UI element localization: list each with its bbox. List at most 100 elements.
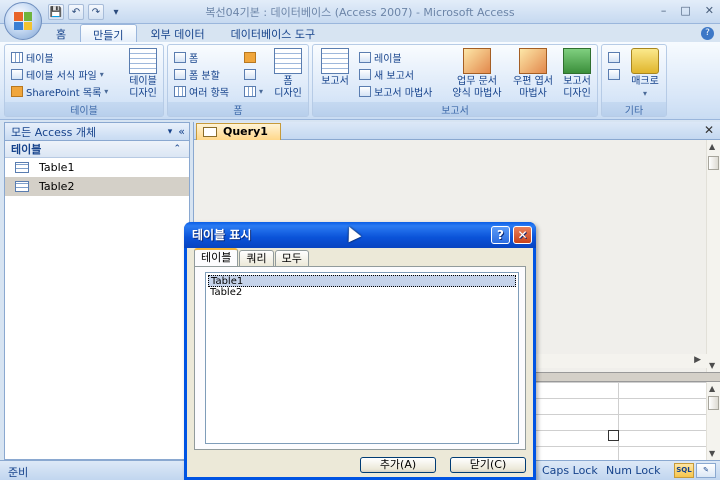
close-icon[interactable]: ✕	[704, 123, 714, 137]
list-item[interactable]: Table2	[208, 287, 516, 299]
scroll-down-icon[interactable]: ▼	[709, 449, 715, 458]
group-tables: 테이블 테이블 서식 파일 ▾ SharePoint 목록 ▾ 테이블 디자인 …	[4, 44, 164, 117]
chevron-up-icon[interactable]: ⌃	[173, 144, 181, 154]
group-other: 매크로 ▾ 기타	[601, 44, 667, 117]
labels-label: 레이블	[374, 53, 402, 65]
office-logo-icon	[14, 12, 32, 30]
group-label-tables: 테이블	[5, 102, 163, 117]
dialog-title: 테이블 표시	[192, 228, 252, 242]
form-button[interactable]: 폼	[174, 49, 198, 65]
grid-vertical-scrollbar[interactable]: ▲ ▼	[706, 382, 720, 460]
help-icon[interactable]: ?	[701, 27, 714, 40]
report-button[interactable]: 보고서	[317, 48, 353, 88]
form-design-icon	[274, 48, 302, 74]
office-button[interactable]	[4, 2, 42, 40]
maximize-button[interactable]: □	[680, 4, 690, 17]
tab-home[interactable]: 홈	[44, 24, 78, 42]
labels-icon	[359, 51, 371, 63]
status-ready: 준비	[8, 466, 29, 479]
sharepoint-list-label: SharePoint 목록	[26, 87, 102, 99]
nav-item-label: Table2	[39, 180, 75, 193]
close-icon[interactable]: ✕	[513, 226, 532, 244]
dialog-tab-panel: Table1 Table2	[194, 266, 526, 450]
add-button[interactable]: 추가(A)	[360, 457, 436, 473]
report-design-button[interactable]: 보고서 디자인	[559, 48, 595, 100]
table-design-button[interactable]: 테이블 디자인	[125, 48, 161, 100]
labels-button[interactable]: 레이블	[359, 49, 402, 65]
nav-item-table1[interactable]: Table1	[5, 158, 189, 177]
table-icon	[11, 51, 23, 63]
sql-view-button[interactable]: SQL	[674, 463, 694, 478]
grid-scroll-thumb[interactable]	[708, 396, 719, 410]
tab-tables[interactable]: 테이블	[194, 248, 239, 266]
table-button-label: 테이블	[26, 53, 54, 65]
chevron-down-icon[interactable]: ▾	[168, 127, 173, 137]
table-icon	[15, 181, 29, 192]
more-forms-button[interactable]: ▾	[244, 83, 263, 99]
document-tab-label: Query1	[223, 125, 268, 138]
report-wizard-icon	[359, 85, 371, 97]
business-form-wizard-label: 업무 문서 양식 마법사	[452, 76, 502, 99]
group-forms: 폼 폼 분할 여러 항목 ▾ 폼 디자인 폼	[167, 44, 309, 117]
nav-item-table2[interactable]: Table2	[5, 177, 189, 196]
tab-create[interactable]: 만들기	[80, 24, 137, 42]
query-design-icon	[608, 68, 620, 80]
dropdown-arrow-icon: ▾	[104, 86, 109, 96]
postcard-wizard-button[interactable]: 우편 엽서 마법사	[509, 48, 557, 100]
scroll-up-icon[interactable]: ▲	[709, 384, 715, 393]
show-table-dialog: 테이블 표시 ? ✕ 테이블 쿼리 모두 Table1 Table2 추가(A)…	[184, 222, 536, 480]
scroll-right-icon[interactable]: ▶	[694, 355, 701, 365]
window-title: 복선04기본 : 데이터베이스 (Access 2007) - Microsof…	[205, 6, 515, 19]
collapse-pane-icon[interactable]: «	[178, 125, 185, 138]
design-view-icon[interactable]: ✎	[696, 463, 716, 478]
form-design-button[interactable]: 폼 디자인	[270, 48, 306, 100]
tab-query1[interactable]: Query1	[196, 123, 281, 140]
table-design-label: 테이블 디자인	[129, 76, 157, 99]
scroll-down-icon[interactable]: ▼	[709, 361, 715, 370]
report-label: 보고서	[321, 76, 349, 87]
report-wizard-button[interactable]: 보고서 마법사	[359, 83, 432, 99]
multiple-items-button[interactable]: 여러 항목	[174, 83, 229, 99]
table-button[interactable]: 테이블	[11, 49, 54, 65]
list-item[interactable]: Table1	[208, 275, 516, 287]
more-forms-icon	[244, 85, 256, 97]
query-design-button[interactable]	[608, 66, 620, 82]
tab-both[interactable]: 모두	[274, 250, 309, 266]
show-checkbox[interactable]	[608, 430, 619, 441]
table-template-label: 테이블 서식 파일	[26, 70, 97, 82]
blank-report-button[interactable]: 새 보고서	[359, 66, 414, 82]
split-form-button[interactable]: 폼 분할	[174, 66, 220, 82]
sharepoint-list-button[interactable]: SharePoint 목록 ▾	[11, 83, 108, 99]
tab-database-tools[interactable]: 데이터베이스 도구	[219, 24, 327, 42]
help-icon[interactable]: ?	[491, 226, 510, 244]
window-controls: – □ ✕	[661, 4, 714, 17]
nav-header-label: 모든 Access 개체	[11, 125, 97, 139]
business-form-wizard-button[interactable]: 업무 문서 양식 마법사	[447, 48, 507, 100]
vertical-scrollbar[interactable]: ▲ ▼	[706, 140, 720, 372]
title-bar: 💾 ↶ ↷ ▾ 복선04기본 : 데이터베이스 (Access 2007) - …	[0, 0, 720, 24]
postcard-wizard-label: 우편 엽서 마법사	[513, 76, 553, 99]
nav-section-label: 테이블	[11, 143, 42, 156]
table-template-icon	[11, 68, 23, 80]
split-form-icon	[174, 68, 186, 80]
nav-section-tables[interactable]: 테이블 ⌃	[5, 141, 189, 158]
pivot-chart-button[interactable]	[244, 49, 256, 65]
blank-form-button[interactable]	[244, 66, 256, 82]
query-wizard-button[interactable]	[608, 49, 620, 65]
split-form-label: 폼 분할	[189, 70, 220, 82]
ribbon-tabs: 홈 만들기 외부 데이터 데이터베이스 도구	[44, 24, 327, 42]
minimize-button[interactable]: –	[661, 4, 667, 17]
nav-header[interactable]: 모든 Access 개체 ▾ «	[5, 123, 189, 141]
dropdown-arrow-icon: ▾	[99, 69, 104, 79]
tab-external-data[interactable]: 외부 데이터	[139, 24, 217, 42]
close-button[interactable]: 닫기(C)	[450, 457, 526, 473]
table-listbox[interactable]: Table1 Table2	[205, 272, 519, 444]
close-window-button[interactable]: ✕	[705, 4, 714, 17]
table-template-button[interactable]: 테이블 서식 파일 ▾	[11, 66, 104, 82]
scroll-thumb[interactable]	[708, 156, 719, 170]
macro-button[interactable]: 매크로 ▾	[626, 48, 664, 100]
scroll-up-icon[interactable]: ▲	[709, 142, 715, 151]
table-design-icon	[129, 48, 157, 74]
tab-queries[interactable]: 쿼리	[239, 250, 274, 266]
dropdown-arrow-icon: ▾	[259, 86, 264, 96]
